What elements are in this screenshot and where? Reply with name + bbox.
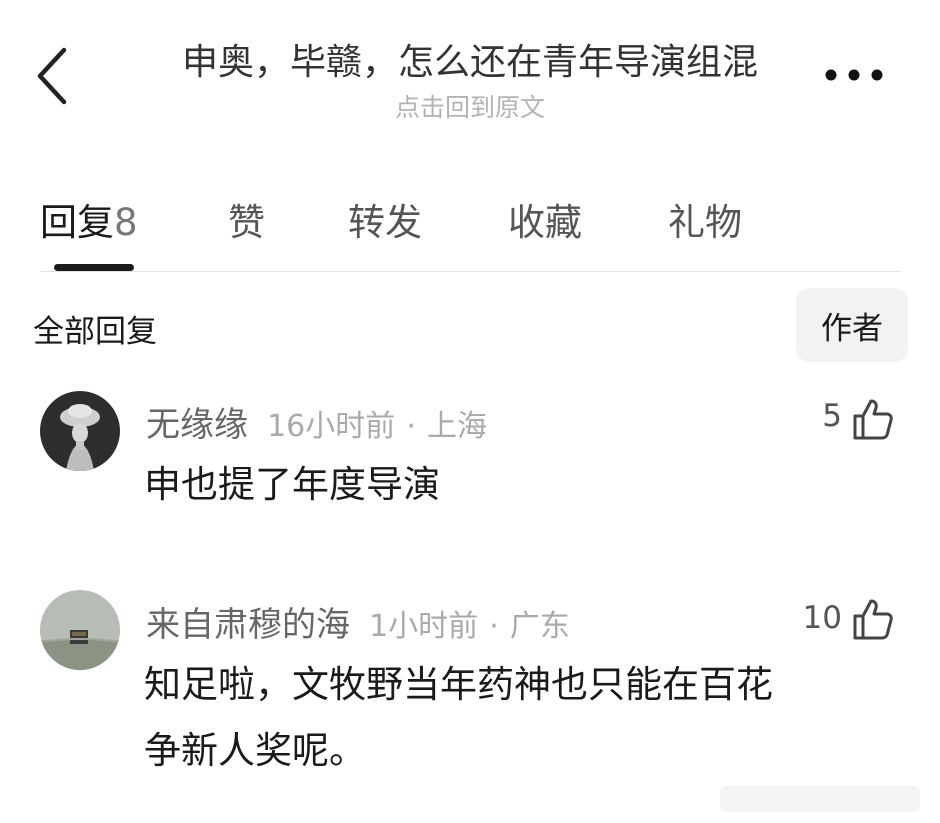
comment-time: 16小时前	[267, 409, 396, 444]
tab-favorites[interactable]: 收藏	[508, 192, 582, 246]
back-button[interactable]	[30, 40, 80, 110]
comment-username[interactable]: 来自肃穆的海	[146, 605, 350, 645]
comment-header: 无缘缘 16小时前 · 上海	[146, 397, 487, 446]
avatar[interactable]	[40, 391, 120, 471]
tab-replies-count: 8	[114, 201, 138, 244]
like-count: 10	[802, 600, 842, 636]
comment-location: 上海	[427, 409, 488, 444]
thumbs-up-icon	[853, 599, 893, 640]
comment-text[interactable]: 申也提了年度导演	[144, 452, 440, 518]
meta-separator: ·	[406, 409, 416, 444]
comment-text-line: 争新人奖呢。	[144, 729, 366, 772]
comment-header: 来自肃穆的海 1小时前 · 广东	[146, 597, 570, 646]
all-replies-label: 全部回复	[33, 314, 157, 350]
back-to-post-link[interactable]: 点击回到原文	[120, 88, 820, 124]
tab-reposts[interactable]: 转发	[348, 192, 422, 246]
like-count: 5	[822, 398, 842, 434]
avatar[interactable]	[40, 590, 120, 670]
thumbs-up-icon	[853, 399, 893, 440]
avatar-image-misty-landscape	[40, 590, 120, 670]
tab-likes[interactable]: 赞	[228, 192, 265, 246]
author-filter-button[interactable]: 作者	[796, 288, 908, 362]
like-button[interactable]	[852, 597, 894, 641]
more-horizontal-icon	[825, 69, 883, 81]
avatar-image-statue	[40, 391, 120, 471]
active-tab-indicator	[54, 264, 134, 271]
watermark	[700, 780, 940, 819]
comment-text[interactable]: 知足啦，文牧野当年药神也只能在百花 争新人奖呢。	[144, 652, 773, 784]
comment-username[interactable]: 无缘缘	[146, 405, 248, 445]
comment-time: 1小时前	[369, 609, 479, 644]
like-button[interactable]	[852, 397, 894, 441]
meta-separator: ·	[489, 609, 499, 644]
tab-replies[interactable]: 回复8	[40, 192, 138, 246]
chevron-left-icon	[37, 47, 67, 105]
post-title[interactable]: 申奥，毕赣，怎么还在青年导演组混	[120, 33, 820, 85]
tab-replies-label: 回复	[40, 201, 114, 244]
tab-gifts[interactable]: 礼物	[668, 192, 742, 246]
more-button[interactable]	[822, 60, 886, 90]
comment-text-line: 知足啦，文牧野当年药神也只能在百花	[144, 663, 773, 706]
comment-location: 广东	[509, 609, 570, 644]
tabs-divider	[40, 271, 900, 272]
